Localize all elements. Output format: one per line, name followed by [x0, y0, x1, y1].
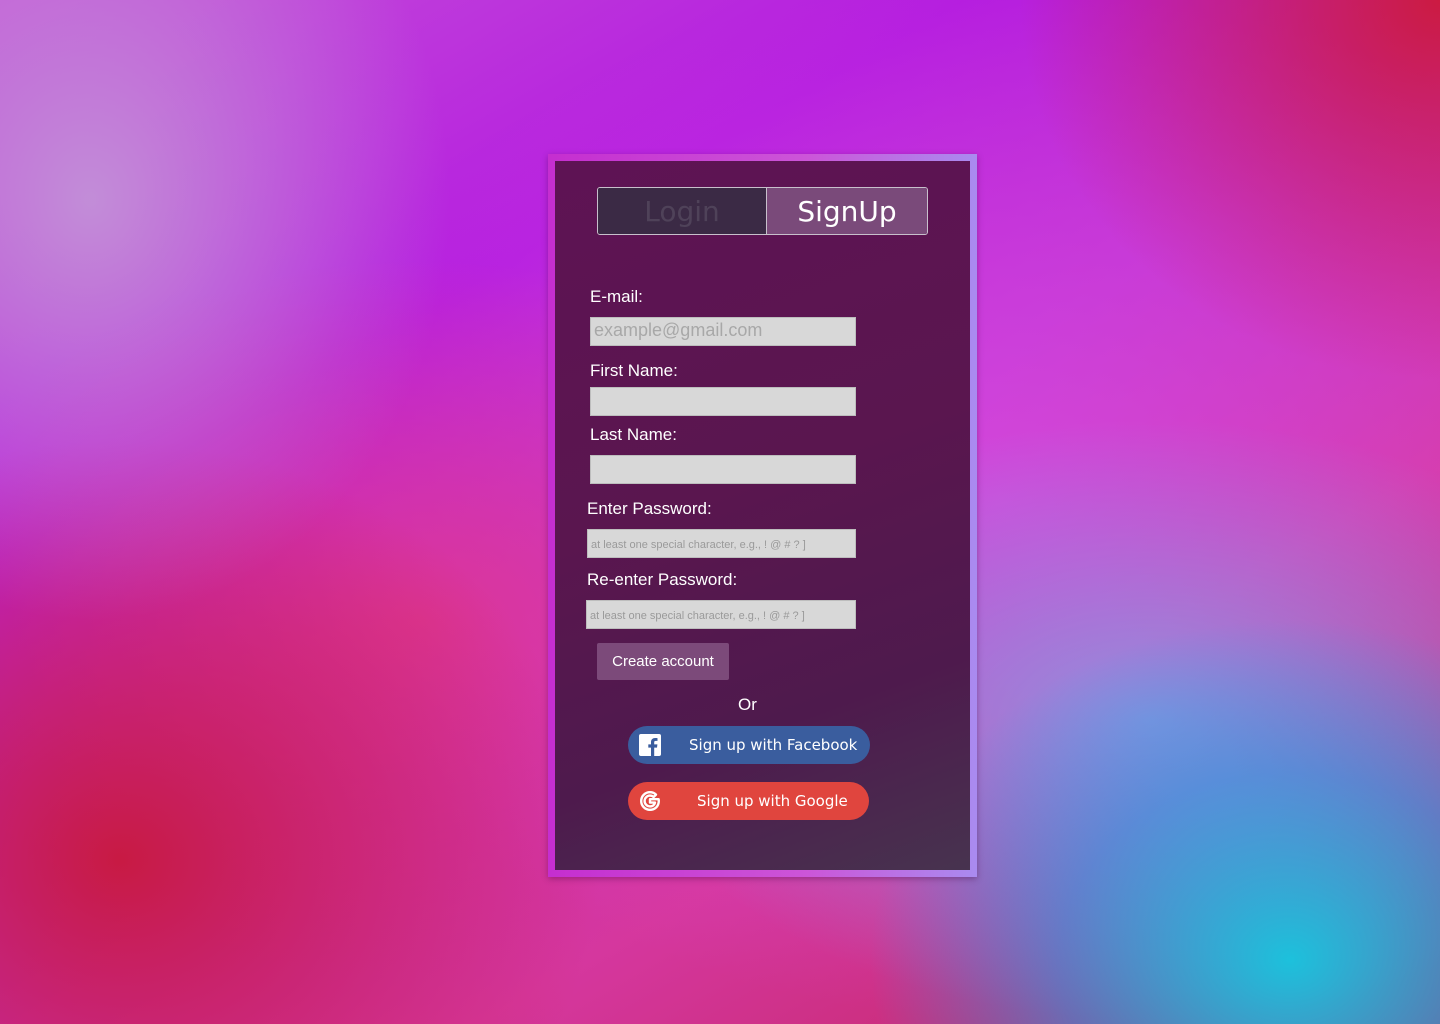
facebook-signup-label: Sign up with Facebook: [689, 736, 858, 754]
facebook-signup-button[interactable]: Sign up with Facebook: [628, 726, 870, 764]
google-signup-button[interactable]: Sign up with Google: [628, 782, 869, 820]
reenter-password-label: Re-enter Password:: [587, 570, 738, 589]
password-field[interactable]: [587, 529, 856, 558]
create-account-button[interactable]: Create account: [597, 643, 729, 680]
signup-card: Login SignUp E-mail: First Name: Last Na…: [555, 161, 970, 870]
tab-signup[interactable]: SignUp: [767, 188, 927, 234]
last-name-label: Last Name:: [590, 425, 677, 444]
email-field[interactable]: [590, 317, 856, 346]
or-divider-text: Or: [738, 695, 757, 714]
facebook-icon: [639, 734, 661, 756]
reenter-password-field[interactable]: [586, 600, 856, 629]
signup-card-frame: Login SignUp E-mail: First Name: Last Na…: [548, 154, 977, 877]
email-label: E-mail:: [590, 287, 643, 306]
tab-login[interactable]: Login: [598, 188, 767, 234]
google-signup-label: Sign up with Google: [697, 792, 848, 810]
first-name-field[interactable]: [590, 387, 856, 416]
last-name-field[interactable]: [590, 455, 856, 484]
first-name-label: First Name:: [590, 361, 678, 380]
google-icon: [640, 791, 660, 811]
password-label: Enter Password:: [587, 499, 712, 518]
auth-tabs: Login SignUp: [597, 187, 928, 235]
